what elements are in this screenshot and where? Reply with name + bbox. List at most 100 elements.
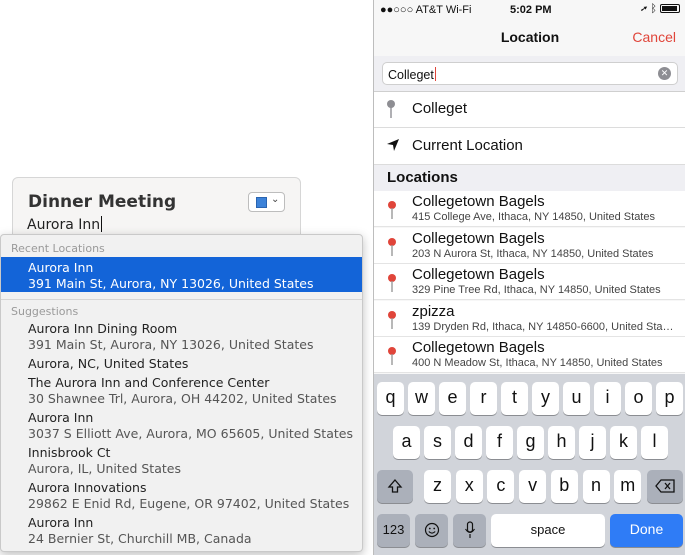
red-pin-icon [388,201,396,219]
location-result[interactable]: Collegetown Bagels 329 Pine Tree Rd, Ith… [374,264,685,300]
key-x[interactable]: x [455,470,483,503]
nav-bar: Location Cancel [374,20,685,56]
suggestion-item[interactable]: Innisbrook Ct Aurora, IL, United States [28,445,181,477]
location-arrow-icon [387,139,399,151]
shift-key[interactable] [377,470,413,503]
chevron-down-icon: ⌄ [271,194,280,205]
suggestion-name: Aurora Inn [28,410,94,425]
key-d[interactable]: d [455,426,482,459]
suggestion-item[interactable]: Aurora, NC, United States [28,356,188,372]
location-address: 329 Pine Tree Rd, Ithaca, NY 14850, Unit… [412,284,661,296]
cancel-button[interactable]: Cancel [632,29,676,45]
location-result[interactable]: Collegetown Bagels 415 College Ave, Itha… [374,191,685,227]
location-address: 203 N Aurora St, Ithaca, NY 14850, Unite… [412,248,654,260]
recent-location-item[interactable]: Aurora Inn 391 Main St, Aurora, NY 13026… [1,257,362,292]
key-u[interactable]: u [563,382,590,415]
suggestion-name: Aurora Innovations [28,480,147,495]
clear-icon[interactable]: ✕ [658,67,671,80]
location-name: zpizza [412,303,455,320]
locations-section-header: Locations [374,165,685,191]
key-n[interactable]: n [582,470,610,503]
key-a[interactable]: a [393,426,420,459]
key-p[interactable]: p [656,382,683,415]
location-result[interactable]: Collegetown Bagels 203 N Aurora St, Itha… [374,228,685,264]
key-z[interactable]: z [424,470,451,503]
bluetooth-icon: ᛒ [650,3,657,15]
location-input[interactable]: Aurora Inn [27,216,103,233]
key-t[interactable]: t [501,382,528,415]
carrier-label: ●●○○○ AT&T Wi-Fi [380,4,472,16]
done-key[interactable]: Done [610,514,683,547]
suggestion-address: 24 Bernier St, Churchill MB, Canada [28,531,252,546]
event-title[interactable]: Dinner Meeting [28,192,176,212]
suggestion-item[interactable]: Aurora Inn 3037 S Elliott Ave, Aurora, M… [28,410,353,442]
numbers-key[interactable]: 123 [377,514,410,547]
key-g[interactable]: g [517,426,544,459]
suggestion-name: Aurora, NC, United States [28,356,189,371]
key-r[interactable]: r [470,382,497,415]
location-search-field[interactable]: Colleget ✕ [382,62,678,85]
suggestion-name: The Aurora Inn and Conference Center [28,375,270,390]
suggestion-item[interactable]: The Aurora Inn and Conference Center 30 … [28,375,337,407]
suggestion-address: 391 Main St, Aurora, NY 13026, United St… [28,337,314,352]
key-l[interactable]: l [641,426,668,459]
key-o[interactable]: o [625,382,652,415]
suggestion-name: Aurora Inn Dining Room [28,321,178,336]
location-name: Collegetown Bagels [412,193,545,210]
location-suggestions-dropdown: Recent Locations Aurora Inn 391 Main St,… [0,234,363,552]
location-address: 139 Dryden Rd, Ithaca, NY 14850-6600, Un… [412,321,674,333]
search-text: Colleget [388,67,436,82]
divider [1,299,362,300]
suggestion-name: Aurora Inn [28,515,94,530]
typed-location-row[interactable]: Colleget [374,92,685,128]
recent-location-name: Aurora Inn [28,260,94,275]
battery-icon [660,4,680,13]
suggestion-item[interactable]: Aurora Innovations 29862 E Enid Rd, Euge… [28,480,349,512]
key-s[interactable]: s [424,426,451,459]
status-icons: ➚ ᛒ [641,3,680,15]
suggestions-header: Suggestions [11,305,79,318]
key-q[interactable]: q [377,382,404,415]
keyboard: qwertyuiop asdfghjkl zxcvbnm 123 space D… [374,374,685,555]
key-v[interactable]: v [519,470,547,503]
location-name: Collegetown Bagels [412,339,545,356]
suggestion-item[interactable]: Aurora Inn Dining Room 391 Main St, Auro… [28,321,313,353]
key-h[interactable]: h [548,426,575,459]
key-e[interactable]: e [439,382,466,415]
key-j[interactable]: j [579,426,606,459]
calendar-color-swatch [256,197,267,208]
location-name: Collegetown Bagels [412,230,545,247]
red-pin-icon [388,274,396,292]
key-b[interactable]: b [550,470,578,503]
red-pin-icon [388,311,396,329]
ios-location-screen: ●●○○○ AT&T Wi-Fi 5:02 PM ➚ ᛒ Location Ca… [373,0,685,555]
key-k[interactable]: k [610,426,637,459]
key-w[interactable]: w [408,382,435,415]
current-location-row[interactable]: Current Location [374,128,685,165]
text-caret [101,216,103,232]
microphone-key[interactable] [453,514,486,547]
key-f[interactable]: f [486,426,513,459]
suggestion-item[interactable]: Aurora Inn 24 Bernier St, Churchill MB, … [28,515,252,547]
delete-key[interactable] [647,470,683,503]
status-time: 5:02 PM [510,4,552,16]
shift-icon [387,479,403,493]
space-key[interactable]: space [491,514,605,547]
suggestion-address: 29862 E Enid Rd, Eugene, OR 97402, Unite… [28,496,350,511]
location-result[interactable]: zpizza 139 Dryden Rd, Ithaca, NY 14850-6… [374,301,685,337]
key-m[interactable]: m [614,470,642,503]
calendar-color-picker[interactable]: ⌄ [248,192,285,212]
key-c[interactable]: c [487,470,515,503]
status-bar: ●●○○○ AT&T Wi-Fi 5:02 PM ➚ ᛒ [374,0,685,20]
location-result[interactable]: Collegetown Bagels 400 N Meadow St, Itha… [374,337,685,373]
recent-locations-header: Recent Locations [11,242,105,255]
red-pin-icon [388,347,396,365]
microphone-icon [464,521,475,538]
typed-location-label: Colleget [412,100,468,117]
location-name: Collegetown Bagels [412,266,545,283]
backspace-icon [655,479,675,493]
key-i[interactable]: i [594,382,621,415]
key-y[interactable]: y [532,382,559,415]
search-bar: Colleget ✕ [374,56,685,92]
emoji-key[interactable] [415,514,448,547]
